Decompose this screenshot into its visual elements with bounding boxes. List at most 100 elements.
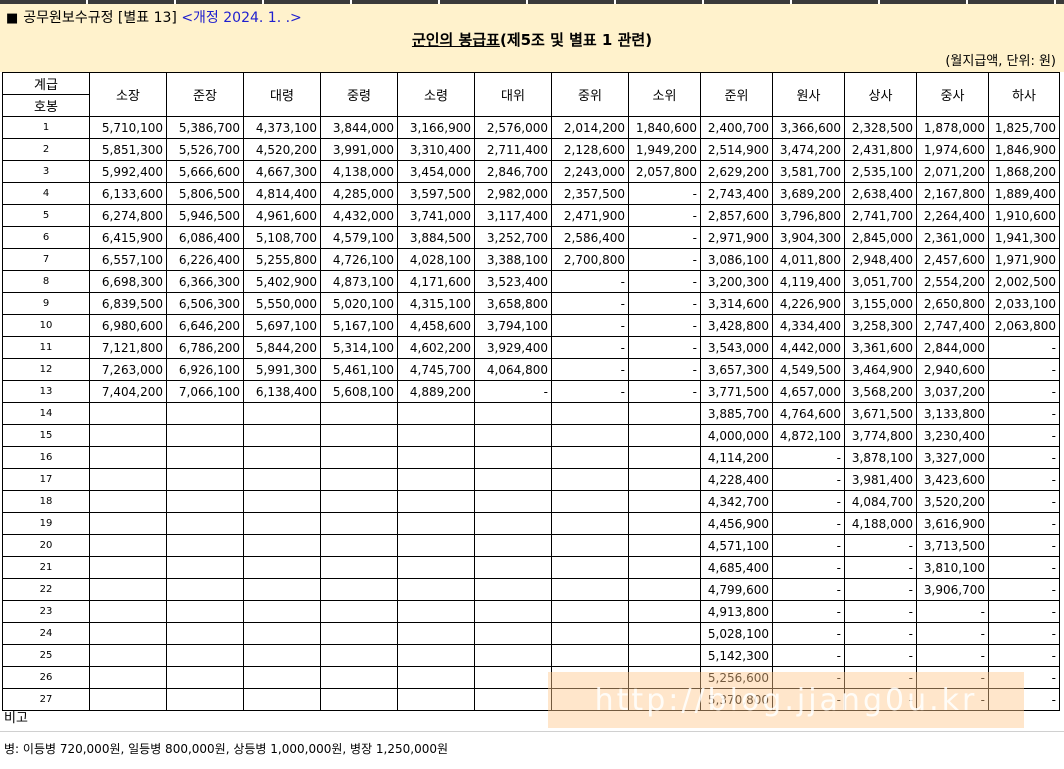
- salary-cell: 5,028,100: [700, 622, 773, 645]
- step-number: 20: [2, 534, 90, 557]
- table-row: 1 5,710,100 5,386,700 4,373,100 3,844,000 3,1…: [2, 116, 1060, 139]
- salary-cell: 3,327,000: [916, 446, 989, 469]
- salary-cell: 5,402,900: [243, 270, 321, 293]
- step-number: 16: [2, 446, 90, 469]
- salary-cell: 3,689,200: [772, 182, 845, 205]
- salary-cell: [551, 644, 629, 667]
- salary-cell: 3,310,400: [397, 138, 475, 161]
- salary-cell: 4,342,700: [700, 490, 773, 513]
- salary-cell: -: [772, 468, 845, 491]
- salary-cell: 2,357,500: [551, 182, 629, 205]
- salary-cell: 5,946,500: [166, 204, 244, 227]
- salary-cell: 3,904,300: [772, 226, 845, 249]
- salary-cell: -: [916, 688, 989, 711]
- salary-cell: 6,646,200: [166, 314, 244, 337]
- salary-cell: 1,878,000: [916, 116, 989, 139]
- salary-cell: [166, 446, 244, 469]
- salary-cell: [166, 534, 244, 557]
- salary-cell: [320, 578, 398, 601]
- salary-cell: [474, 534, 552, 557]
- salary-cell: 4,285,000: [320, 182, 398, 205]
- step-number: 12: [2, 358, 90, 381]
- salary-cell: [166, 402, 244, 425]
- step-number: 23: [2, 600, 90, 623]
- salary-cell: 3,741,000: [397, 204, 475, 227]
- step-number: 27: [2, 688, 90, 711]
- salary-cell: [628, 512, 701, 535]
- table-row: 2 5,851,300 5,526,700 4,520,200 3,991,000 3,3…: [2, 138, 1060, 161]
- salary-cell: -: [628, 314, 701, 337]
- step-number: 7: [2, 248, 90, 271]
- salary-cell: 2,857,600: [700, 204, 773, 227]
- salary-cell: [474, 402, 552, 425]
- salary-cell: 4,171,600: [397, 270, 475, 293]
- salary-cell: 1,846,900: [988, 138, 1060, 161]
- salary-cell: 4,064,800: [474, 358, 552, 381]
- salary-cell: [243, 424, 321, 447]
- salary-cell: [89, 534, 167, 557]
- salary-cell: -: [628, 292, 701, 315]
- rank-header: 중사: [916, 72, 989, 117]
- salary-cell: 6,926,100: [166, 358, 244, 381]
- salary-cell: 3,796,800: [772, 204, 845, 227]
- table-row: 27 5,370,800- - - -: [2, 688, 1060, 711]
- salary-cell: 4,011,800: [772, 248, 845, 271]
- salary-cell: -: [551, 358, 629, 381]
- rank-header: 대위: [474, 72, 552, 117]
- salary-cell: 5,991,300: [243, 358, 321, 381]
- salary-cell: 3,361,600: [844, 336, 917, 359]
- salary-cell: -: [916, 666, 989, 689]
- salary-cell: 5,844,200: [243, 336, 321, 359]
- salary-cell: 1,941,300: [988, 226, 1060, 249]
- salary-cell: -: [988, 358, 1060, 381]
- salary-cell: [320, 688, 398, 711]
- salary-cell: 6,415,900: [89, 226, 167, 249]
- salary-cell: 5,461,100: [320, 358, 398, 381]
- salary-cell: [551, 512, 629, 535]
- salary-cell: [551, 402, 629, 425]
- salary-cell: -: [628, 182, 701, 205]
- salary-cell: 6,086,400: [166, 226, 244, 249]
- salary-cell: 2,741,700: [844, 204, 917, 227]
- salary-cell: 4,315,100: [397, 292, 475, 315]
- salary-cell: -: [988, 380, 1060, 403]
- salary-cell: -: [551, 292, 629, 315]
- step-number: 24: [2, 622, 90, 645]
- step-number: 10: [2, 314, 90, 337]
- salary-cell: [474, 490, 552, 513]
- salary-cell: 2,328,500: [844, 116, 917, 139]
- salary-cell: [397, 490, 475, 513]
- table-row: 17 4,228,400-3,981,400 3,423,600-: [2, 468, 1060, 491]
- amendment-note: <개정 2024. 1. .>: [181, 10, 302, 26]
- salary-cell: [628, 446, 701, 469]
- salary-cell: [474, 644, 552, 667]
- salary-cell: 5,851,300: [89, 138, 167, 161]
- step-number: 19: [2, 512, 90, 535]
- salary-cell: [474, 468, 552, 491]
- salary-cell: 3,133,800: [916, 402, 989, 425]
- salary-cell: [243, 446, 321, 469]
- step-number: 9: [2, 292, 90, 315]
- salary-cell: 5,256,600: [700, 666, 773, 689]
- salary-cell: -: [772, 688, 845, 711]
- salary-cell: 5,386,700: [166, 116, 244, 139]
- salary-cell: 6,980,600: [89, 314, 167, 337]
- salary-cell: [474, 688, 552, 711]
- salary-cell: [551, 424, 629, 447]
- salary-cell: -: [772, 512, 845, 535]
- salary-cell: [166, 644, 244, 667]
- rank-header: 소령: [397, 72, 475, 117]
- salary-cell: [166, 512, 244, 535]
- salary-cell: -: [988, 402, 1060, 425]
- salary-cell: [320, 424, 398, 447]
- salary-cell: 6,506,300: [166, 292, 244, 315]
- salary-cell: 3,388,100: [474, 248, 552, 271]
- salary-cell: [243, 600, 321, 623]
- salary-cell: [474, 666, 552, 689]
- salary-cell: [397, 600, 475, 623]
- salary-cell: [397, 512, 475, 535]
- table-row: 10 6,980,600 6,646,200 5,697,100 5,167,100 4,…: [2, 314, 1060, 337]
- law-reference: ■ 공무원보수규정 [별표 13] <개정 2024. 1. .>: [6, 9, 302, 28]
- table-row: 20 4,571,100- -3,713,500-: [2, 534, 1060, 557]
- salary-cell: -: [988, 490, 1060, 513]
